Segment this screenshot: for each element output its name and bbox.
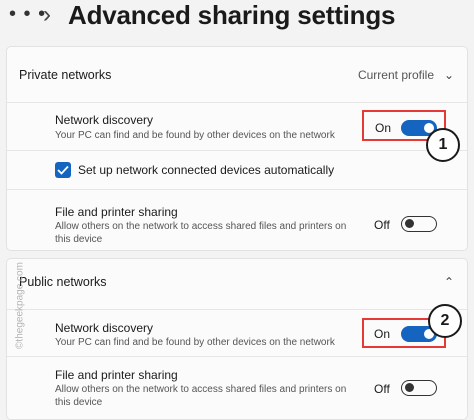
network-discovery-description: Your PC can find and be found by other d…	[55, 337, 335, 348]
file-sharing-state: Off	[374, 218, 390, 232]
more-options-icon[interactable]: • • •	[9, 3, 46, 26]
private-file-sharing-toggle[interactable]	[401, 216, 437, 232]
watermark: ©thegeekpage.com	[14, 262, 26, 349]
private-networks-header[interactable]: Private networks Current profile ⌄	[7, 47, 467, 102]
chevron-right-icon: ›	[43, 1, 51, 28]
header-bar: • • • › Advanced sharing settings	[0, 0, 474, 34]
chevron-down-icon[interactable]: ⌄	[444, 68, 454, 82]
public-file-sharing-toggle[interactable]	[401, 380, 437, 396]
public-networks-header[interactable]: Public networks ⌃	[7, 259, 467, 309]
chevron-up-icon[interactable]: ⌃	[444, 275, 454, 289]
step-badge-2: 2	[428, 304, 462, 338]
toggle-knob	[405, 383, 414, 392]
private-networks-label: Private networks	[19, 68, 112, 82]
public-networks-label: Public networks	[19, 275, 107, 289]
checkmark-icon	[57, 165, 69, 175]
step-badge-1: 1	[426, 128, 460, 162]
network-discovery-description: Your PC can find and be found by other d…	[55, 130, 335, 141]
auto-setup-checkbox[interactable]	[55, 162, 71, 178]
file-sharing-title: File and printer sharing	[55, 368, 178, 382]
file-sharing-description: Allow others on the network to access sh…	[55, 221, 347, 245]
file-sharing-description: Allow others on the network to access sh…	[55, 384, 347, 408]
network-discovery-title: Network discovery	[55, 113, 154, 127]
page-title: Advanced sharing settings	[68, 0, 396, 30]
auto-setup-label: Set up network connected devices automat…	[78, 163, 335, 177]
network-discovery-title: Network discovery	[55, 321, 154, 335]
private-file-sharing-row: File and printer sharing Allow others on…	[7, 189, 467, 250]
private-networks-card: Private networks Current profile ⌄ Netwo…	[6, 46, 468, 251]
current-profile-label: Current profile	[357, 68, 434, 82]
toggle-knob	[405, 219, 414, 228]
auto-setup-row: Set up network connected devices automat…	[7, 150, 467, 190]
file-sharing-title: File and printer sharing	[55, 205, 178, 219]
file-sharing-state: Off	[374, 382, 390, 396]
